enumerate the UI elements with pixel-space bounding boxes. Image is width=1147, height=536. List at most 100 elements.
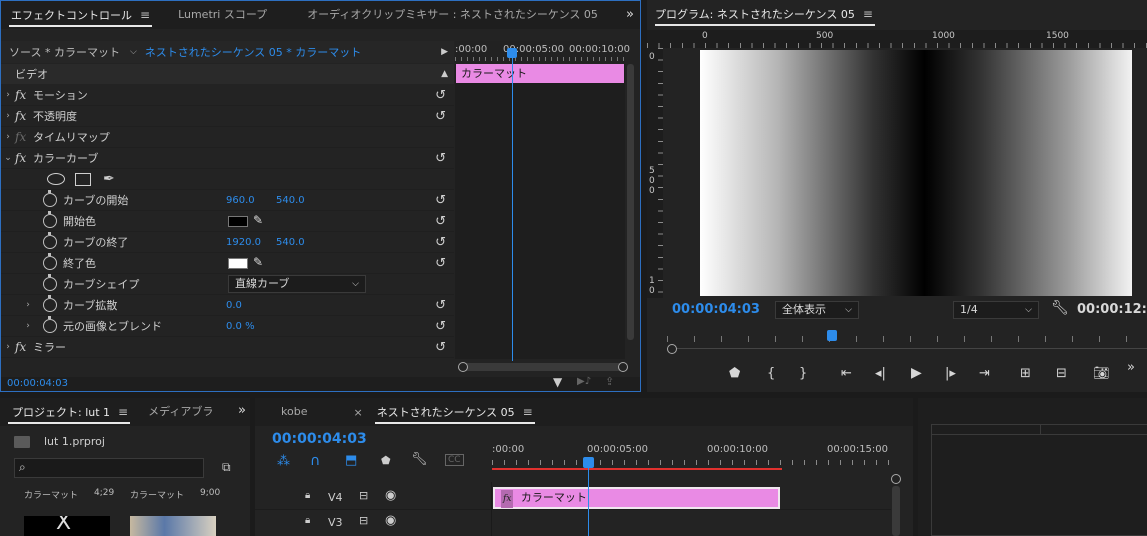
tab-media-browser[interactable]: メディアブラ xyxy=(138,398,223,426)
timeline-vertical-scrollbar[interactable] xyxy=(892,486,900,536)
sequence-label[interactable]: ネストされたシーケンス 05 * カラーマット xyxy=(145,44,361,60)
reset-icon[interactable]: ↺ xyxy=(435,256,446,271)
stopwatch-icon[interactable] xyxy=(43,253,57,270)
wrench-icon[interactable]: 🔧︎ xyxy=(1051,300,1069,316)
program-playhead[interactable] xyxy=(827,330,837,341)
reset-icon[interactable]: ↺ xyxy=(435,88,446,103)
close-icon[interactable]: × xyxy=(353,406,362,419)
eye-icon[interactable]: ◉ xyxy=(385,513,396,528)
tab-nested-sequence[interactable]: ネストされたシーケンス 05 ≡ xyxy=(367,398,543,426)
mini-timeline-zoom-scrollbar[interactable] xyxy=(458,362,628,372)
program-video-frame[interactable] xyxy=(700,50,1132,296)
curve-end-x[interactable]: 1920.0 xyxy=(226,237,261,248)
reset-icon[interactable]: ↺ xyxy=(435,319,446,334)
toggle-sync-icon[interactable]: ⊟ xyxy=(359,489,368,502)
fx-icon[interactable]: fx xyxy=(15,88,33,102)
wrench-icon[interactable]: 🔧︎ xyxy=(411,452,428,467)
new-bin-icon[interactable]: ⧉ xyxy=(222,460,231,475)
snap-icon[interactable]: ⁂ xyxy=(277,454,290,469)
effect-row-mirror[interactable]: › fx ミラー ↺ xyxy=(1,337,454,358)
rectangle-mask-icon[interactable] xyxy=(75,172,91,186)
export-frame-icon[interactable]: 📷︎ xyxy=(1093,366,1110,381)
curve-start-y[interactable]: 540.0 xyxy=(276,195,305,206)
zoom-handle-right[interactable] xyxy=(618,362,628,372)
extract-icon[interactable]: ⊟ xyxy=(1056,366,1067,381)
go-to-in-icon[interactable]: ⇤ xyxy=(841,366,852,381)
fit-select[interactable]: 全体表示 ⌵ xyxy=(775,301,859,319)
chevron-right-icon[interactable]: › xyxy=(1,90,15,100)
eyedropper-icon[interactable]: ✎ xyxy=(253,213,263,227)
play-audio-icon[interactable]: ▶♪ xyxy=(577,376,591,387)
chevron-right-icon[interactable]: › xyxy=(1,342,15,352)
collapse-up-icon[interactable]: ▲ xyxy=(441,69,448,79)
tab-program[interactable]: プログラム: ネストされたシーケンス 05 ≡ xyxy=(647,0,883,28)
chevron-right-icon[interactable]: › xyxy=(21,300,35,310)
lock-icon[interactable]: 🔒︎ xyxy=(305,515,310,526)
curve-shape-select[interactable]: 直線カーブ ⌵ xyxy=(228,275,366,293)
panel-overflow-icon[interactable]: » xyxy=(626,7,634,22)
add-marker-icon[interactable]: ⬟ xyxy=(729,366,740,381)
step-forward-icon[interactable]: |▸ xyxy=(945,366,956,381)
chevron-right-icon[interactable]: › xyxy=(21,321,35,331)
play-triangle-icon[interactable]: ▶ xyxy=(441,47,448,57)
filter-icon[interactable]: ▼ xyxy=(553,375,562,389)
curve-spread-value[interactable]: 0.0 xyxy=(226,300,242,311)
chevron-right-icon[interactable]: › xyxy=(1,132,15,142)
lift-icon[interactable]: ⊞ xyxy=(1020,366,1031,381)
program-scrubber[interactable] xyxy=(667,330,1147,354)
effect-row-motion[interactable]: › fx モーション ↺ xyxy=(1,85,454,106)
reset-icon[interactable]: ↺ xyxy=(435,109,446,124)
tab-audio-clip-mixer[interactable]: オーディオクリップミキサー : ネストされたシーケンス 05 xyxy=(297,1,608,29)
stopwatch-icon[interactable] xyxy=(43,274,57,291)
curve-end-y[interactable]: 540.0 xyxy=(276,237,305,248)
effect-controls-timecode[interactable]: 00:00:04:03 xyxy=(7,378,68,389)
fx-icon[interactable]: fx xyxy=(15,340,33,354)
captions-icon[interactable]: CC xyxy=(445,454,464,466)
panel-menu-icon[interactable]: ≡ xyxy=(863,0,873,28)
button-editor-icon[interactable]: » xyxy=(1127,360,1135,375)
timeline-clip[interactable]: fx カラーマット xyxy=(493,487,780,509)
project-thumbnail-1[interactable]: X xyxy=(24,516,110,536)
zoom-handle-left[interactable] xyxy=(458,362,468,372)
play-icon[interactable]: ▶ xyxy=(911,365,922,381)
stopwatch-icon[interactable] xyxy=(43,232,57,249)
project-search-input[interactable]: ⌕ xyxy=(14,458,204,478)
reset-icon[interactable]: ↺ xyxy=(435,298,446,313)
work-area-bar[interactable] xyxy=(492,468,782,470)
fx-icon[interactable]: fx xyxy=(15,109,33,123)
stopwatch-icon[interactable] xyxy=(43,316,57,333)
eye-icon[interactable]: ◉ xyxy=(385,488,396,503)
panel-menu-icon[interactable]: ≡ xyxy=(118,398,128,426)
fx-icon[interactable]: fx xyxy=(15,151,33,165)
stopwatch-icon[interactable] xyxy=(43,295,57,312)
vertical-scrollbar[interactable] xyxy=(627,64,634,340)
blend-value[interactable]: 0.0 % xyxy=(226,321,255,332)
timeline-timecode[interactable]: 00:00:04:03 xyxy=(272,431,367,447)
reset-icon[interactable]: ↺ xyxy=(435,193,446,208)
timeline-ruler[interactable]: :00:00 00:00:05:00 00:00:10:00 00:00:15:… xyxy=(492,442,895,472)
mini-timeline-clip[interactable]: カラーマット xyxy=(456,64,624,83)
add-marker-icon[interactable]: ⬒ xyxy=(345,453,357,468)
tab-kobe[interactable]: kobe xyxy=(255,398,317,426)
export-icon[interactable]: ⇪ xyxy=(605,375,614,388)
lock-icon[interactable]: 🔒︎ xyxy=(305,490,310,501)
panel-overflow-icon[interactable]: » xyxy=(238,403,246,418)
toggle-sync-icon[interactable]: ⊟ xyxy=(359,514,368,527)
curve-start-x[interactable]: 960.0 xyxy=(226,195,255,206)
chevron-down-icon[interactable]: ⌄ xyxy=(1,153,15,163)
mark-in-icon[interactable]: { xyxy=(767,366,775,381)
scrubber-start-handle[interactable] xyxy=(667,344,677,354)
eyedropper-icon[interactable]: ✎ xyxy=(253,255,263,269)
project-thumbnail-2[interactable] xyxy=(130,516,216,536)
end-color-swatch[interactable] xyxy=(228,258,248,269)
panel-menu-icon[interactable]: ≡ xyxy=(523,398,533,426)
pen-mask-icon[interactable]: ✒ xyxy=(103,171,115,187)
program-timecode[interactable]: 00:00:04:03 xyxy=(672,302,760,317)
chevron-right-icon[interactable]: › xyxy=(1,111,15,121)
mini-timeline-ruler[interactable]: :00:00 00:00:05:00 00:00:10:00 xyxy=(455,41,630,63)
tab-project[interactable]: プロジェクト: lut 1 ≡ xyxy=(0,398,138,426)
reset-icon[interactable]: ↺ xyxy=(435,340,446,355)
reset-icon[interactable]: ↺ xyxy=(435,235,446,250)
linked-selection-icon[interactable]: ∩ xyxy=(310,453,320,469)
marker-icon[interactable]: ⬟ xyxy=(381,454,391,467)
